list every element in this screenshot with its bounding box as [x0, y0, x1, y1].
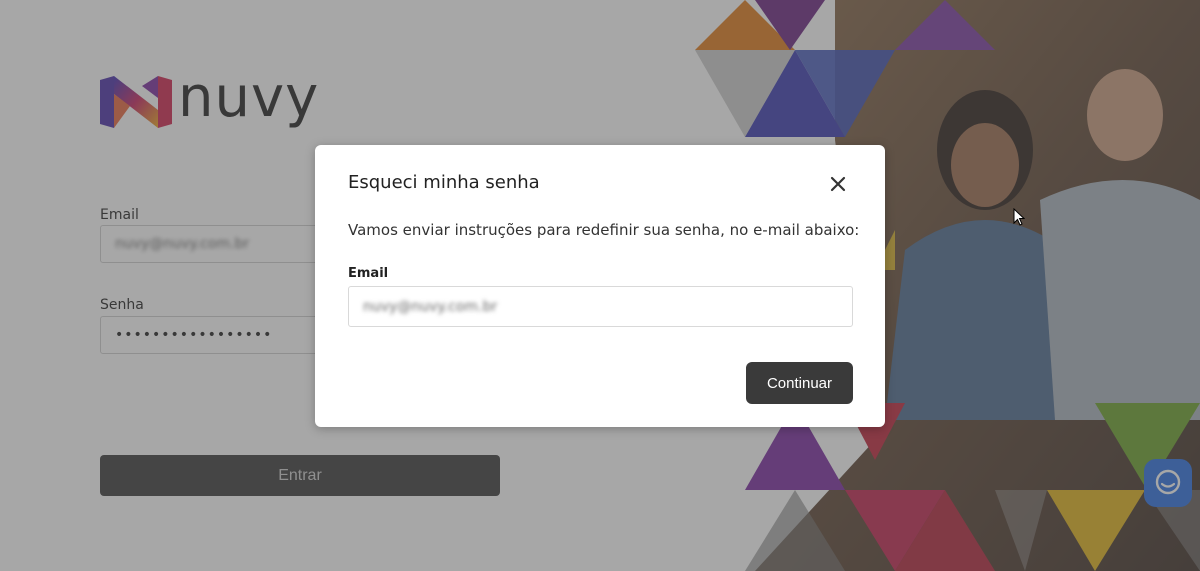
dialog-email-value: nuvy@nuvy.com.br: [363, 298, 498, 315]
forgot-password-dialog: Esqueci minha senha Vamos enviar instruç…: [315, 145, 885, 427]
continue-button[interactable]: Continuar: [746, 362, 853, 404]
close-icon: [830, 176, 846, 192]
dialog-email-label: Email: [348, 266, 389, 281]
dialog-description: Vamos enviar instruções para redefinir s…: [348, 221, 860, 239]
dialog-title: Esqueci minha senha: [348, 172, 540, 193]
close-button[interactable]: [827, 173, 849, 195]
mouse-cursor-icon: [1013, 208, 1025, 226]
dialog-email-field[interactable]: nuvy@nuvy.com.br: [348, 286, 853, 327]
